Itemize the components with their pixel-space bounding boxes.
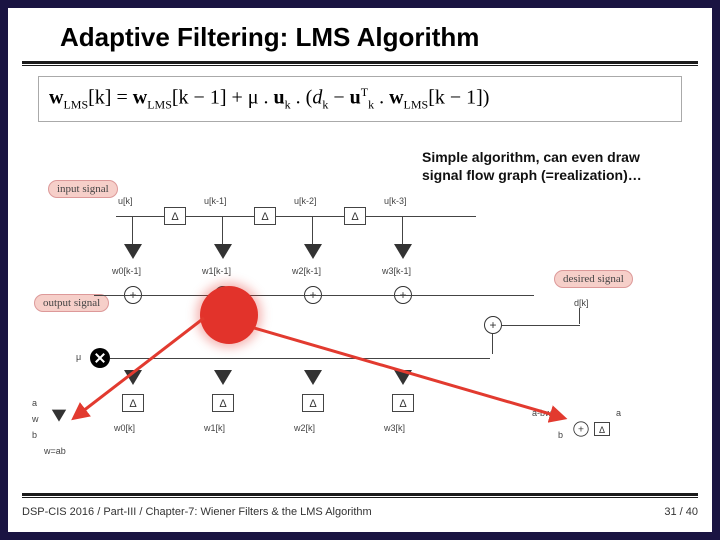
weight-label: w2[k-1] — [292, 266, 321, 276]
update-mult-icon — [215, 371, 231, 385]
legend-w: w — [32, 414, 39, 424]
legend-a2: a — [616, 408, 621, 418]
weight-label: w3[k-1] — [382, 266, 411, 276]
delay-box: Δ — [344, 207, 366, 225]
tap-label: u[k-3] — [384, 196, 407, 206]
title-rule-thin — [22, 65, 698, 66]
legend-b2: b — [558, 430, 563, 440]
title-rule-thick — [22, 61, 698, 64]
state-delay-box: Δ — [122, 394, 144, 412]
legend-adder: + — [573, 421, 588, 436]
wire — [494, 295, 534, 296]
slide-title: Adaptive Filtering: LMS Algorithm — [8, 8, 712, 59]
weight-update-label: w2[k] — [294, 423, 315, 433]
wire — [502, 325, 580, 326]
multiplier-icon — [215, 245, 231, 259]
update-mult-icon — [125, 371, 141, 385]
error-bus-wire — [110, 358, 490, 359]
multiplier-icon — [305, 245, 321, 259]
output-wire — [94, 295, 494, 296]
highlight-arrows-icon — [54, 198, 664, 458]
weight-label: w0[k-1] — [112, 266, 141, 276]
tap-label: u[k] — [118, 196, 133, 206]
desired-sample-label: d[k] — [574, 298, 589, 308]
footer-rule-thin — [22, 497, 698, 498]
signal-flow-graph: input signal output signal desired signa… — [54, 198, 664, 458]
state-delay-box: Δ — [212, 394, 234, 412]
tap-wire — [222, 216, 223, 244]
mu-multiplier-icon — [90, 348, 110, 368]
state-delay-box: Δ — [392, 394, 414, 412]
annotation-note: Simple algorithm, can even draw signal f… — [422, 148, 672, 184]
footer-breadcrumb: DSP-CIS 2016 / Part-III / Chapter-7: Wie… — [22, 506, 372, 518]
highlight-circle-icon — [200, 286, 258, 344]
weight-label: w1[k-1] — [202, 266, 231, 276]
tap-wire — [312, 216, 313, 244]
output-signal-label: output signal — [34, 294, 109, 312]
update-mult-icon — [395, 371, 411, 385]
weight-update-label: w3[k] — [384, 423, 405, 433]
lms-update-equation: wLMS[k] = wLMS[k − 1] + μ . uk . (dk − u… — [38, 76, 682, 122]
error-adder: + — [484, 316, 502, 334]
delay-box: Δ — [254, 207, 276, 225]
state-delay-box: Δ — [302, 394, 324, 412]
legend-delay: Δ — [594, 422, 610, 436]
page-number: 31 / 40 — [664, 506, 698, 518]
desired-signal-label: desired signal — [554, 270, 633, 288]
weight-update-label: w0[k] — [114, 423, 135, 433]
wire — [492, 334, 493, 354]
input-signal-label: input signal — [48, 180, 118, 198]
wire — [579, 308, 580, 324]
multiplier-icon — [125, 245, 141, 259]
tap-wire — [402, 216, 403, 244]
weight-update-label: w1[k] — [204, 423, 225, 433]
tap-label: u[k-1] — [204, 196, 227, 206]
mu-label: μ — [76, 352, 81, 362]
tap-wire — [132, 216, 133, 244]
legend-abw: a-bw — [532, 408, 552, 418]
legend-a: a — [32, 398, 37, 408]
footer-rule-thick — [22, 493, 698, 496]
legend-b: b — [32, 430, 37, 440]
update-mult-icon — [305, 371, 321, 385]
multiplier-icon — [395, 245, 411, 259]
legend-wab: w=ab — [44, 446, 66, 456]
tap-label: u[k-2] — [294, 196, 317, 206]
delay-box: Δ — [164, 207, 186, 225]
legend-mult-icon — [53, 410, 66, 421]
